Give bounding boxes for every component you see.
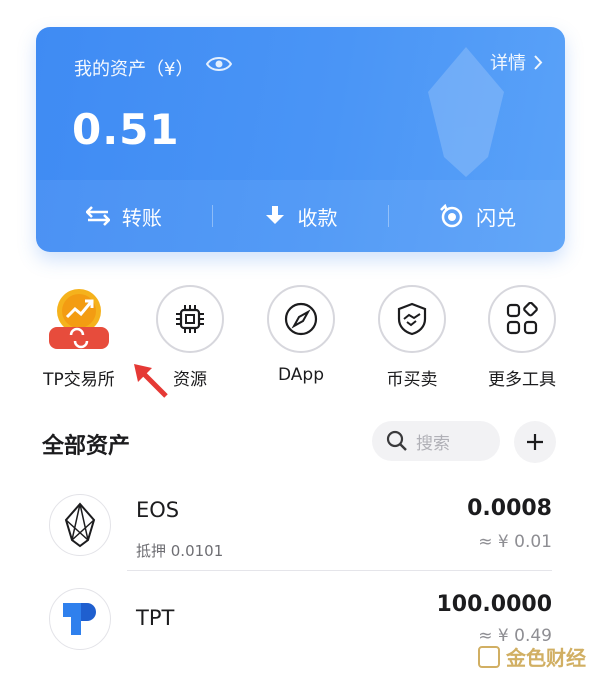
watermark-logo-icon	[478, 645, 500, 668]
dapp-circle	[267, 285, 335, 353]
more-circle	[488, 285, 556, 353]
compass-icon	[284, 302, 318, 336]
balance-value: 0.51	[72, 105, 180, 154]
asset-sub: 抵押 0.0101	[136, 542, 224, 560]
tool-more[interactable]: 更多工具	[467, 285, 577, 390]
tool-resources[interactable]: 资源	[135, 285, 245, 390]
swap-label: 闪兑	[476, 205, 517, 230]
asset-label: 我的资产（¥）	[74, 59, 194, 80]
chevron-right-icon	[534, 54, 543, 70]
tool-label: DApp	[277, 365, 324, 385]
assets-title: 全部资产	[42, 434, 131, 459]
swap-icon	[440, 204, 463, 228]
asset-row-eos[interactable]: EOS 抵押 0.0101 0.0008 ≈ ¥ 0.01	[0, 480, 600, 572]
plus-icon	[527, 434, 543, 450]
tool-tp-exchange[interactable]: TP交易所	[24, 285, 134, 390]
tool-label: 更多工具	[488, 370, 556, 390]
detail-label: 详情	[490, 53, 526, 74]
row-divider	[127, 570, 552, 571]
asset-symbol: EOS	[136, 498, 180, 522]
tool-coin-trade[interactable]: 币买卖	[357, 285, 467, 390]
receive-label: 收款	[297, 205, 338, 230]
transfer-icon	[85, 206, 110, 226]
tool-label: 资源	[173, 370, 207, 390]
watermark-text: 金色财经	[506, 646, 586, 670]
coin-trade-circle	[378, 285, 446, 353]
transfer-button[interactable]: 转账	[36, 202, 212, 231]
tool-dapp[interactable]: DApp	[246, 285, 356, 385]
tpt-icon-wrap	[49, 588, 111, 650]
swap-button[interactable]: 闪兑	[389, 202, 565, 231]
eos-icon	[64, 502, 96, 548]
wallet-actions: 转账 收款 闪兑	[36, 180, 565, 252]
source-watermark: 金色财经	[478, 642, 586, 671]
receive-icon	[265, 206, 284, 224]
grid-icon	[506, 302, 538, 335]
asset-amount: 100.0000	[436, 592, 552, 617]
transfer-label: 转账	[121, 205, 162, 230]
eos-icon-wrap	[49, 494, 111, 556]
asset-symbol: TPT	[136, 606, 175, 630]
handshake-icon	[397, 302, 427, 336]
asset-fiat: ≈ ¥ 0.01	[478, 532, 552, 552]
tool-label: 币买卖	[386, 370, 438, 390]
tools-row: TP交易所 资源 DApp 币买卖 更多工具	[0, 285, 600, 398]
search-placeholder: 搜索	[416, 433, 450, 454]
wallet-card: 我的资产（¥） 详情 0.51 转账 收款 闪兑	[36, 27, 565, 252]
detail-link[interactable]: 详情	[490, 49, 543, 75]
tool-label: TP交易所	[43, 370, 115, 390]
search-icon	[386, 430, 407, 451]
receive-button[interactable]: 收款	[213, 202, 389, 231]
tp-exchange-icon	[49, 289, 109, 349]
chip-icon	[176, 305, 204, 333]
eye-icon[interactable]	[206, 55, 232, 73]
tpt-icon	[63, 603, 96, 635]
add-asset-button[interactable]	[514, 421, 556, 463]
search-input[interactable]: 搜索	[372, 421, 500, 461]
resources-circle	[156, 285, 224, 353]
asset-amount: 0.0008	[467, 496, 552, 521]
